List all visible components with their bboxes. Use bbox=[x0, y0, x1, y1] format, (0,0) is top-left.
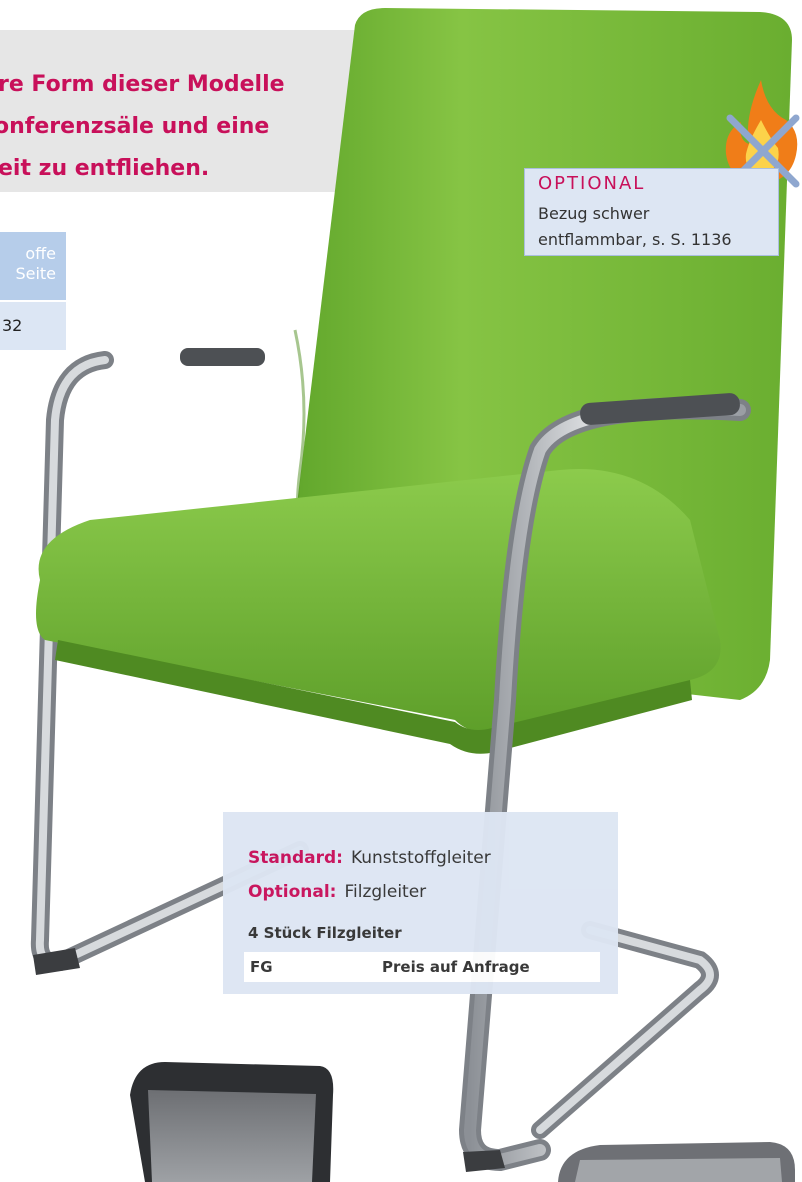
standard-value: Kunststoffgleiter bbox=[350, 848, 491, 868]
glides-subheading: 4 Stück Filzgleiter bbox=[248, 924, 402, 942]
optional-description: Bezug schwer entflammbar, s. S. 1136 bbox=[538, 201, 732, 253]
optional-title: OPTIONAL bbox=[538, 173, 646, 194]
optional-value: Filzgleiter bbox=[344, 882, 427, 902]
price-value: Preis auf Anfrage bbox=[382, 958, 530, 976]
optional-line-2: entflammbar, s. S. 1136 bbox=[538, 230, 732, 249]
optional-fireproof-note: OPTIONAL Bezug schwer entflammbar, s. S.… bbox=[524, 168, 779, 256]
optional-glide-row: Optional: Filzgleiter bbox=[248, 882, 426, 902]
optional-label: Optional: bbox=[248, 882, 337, 902]
optional-line-1: Bezug schwer bbox=[538, 204, 650, 223]
article-code: FG bbox=[250, 958, 273, 976]
price-row: FG Preis auf Anfrage bbox=[244, 952, 600, 982]
standard-label: Standard: bbox=[248, 848, 343, 868]
glides-info-panel: Standard: Kunststoffgleiter Optional: Filz… bbox=[223, 812, 618, 994]
standard-glide-row: Standard: Kunststoffgleiter bbox=[248, 848, 491, 868]
catalog-page: re Form dieser Modelle onferenzsäle und … bbox=[0, 0, 802, 1182]
